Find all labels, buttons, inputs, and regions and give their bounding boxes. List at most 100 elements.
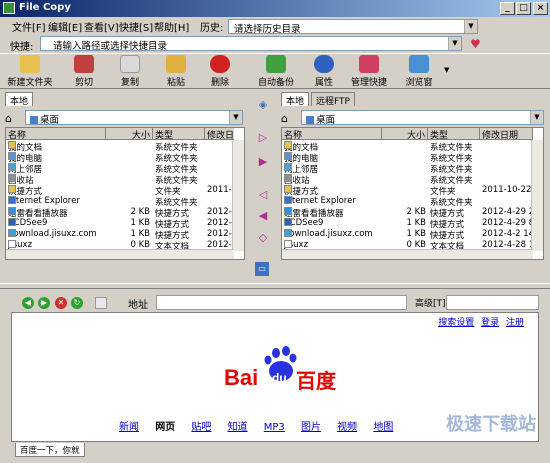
login-link[interactable]: 登录 bbox=[481, 318, 499, 328]
move-left-icon[interactable]: ◀ bbox=[256, 209, 270, 223]
file-name-text: download.jisuxz.com bbox=[284, 229, 373, 239]
left-horizontal-scrollbar[interactable] bbox=[6, 249, 234, 259]
move-right-icon[interactable]: ▶ bbox=[256, 155, 270, 169]
auto-backup-button[interactable]: 自动备份 bbox=[252, 55, 300, 89]
menu-file[interactable]: 文件[F] bbox=[12, 19, 46, 34]
address-input[interactable] bbox=[156, 295, 407, 310]
delete-icon bbox=[210, 55, 230, 73]
browser-window-button[interactable]: 浏览窗 bbox=[395, 55, 443, 89]
file-date: 2012-4 bbox=[207, 207, 234, 217]
delete-label: 删除 bbox=[210, 78, 229, 88]
manage-shortcuts-button[interactable]: 管理快捷 bbox=[345, 55, 393, 89]
chevron-down-icon[interactable]: ▼ bbox=[229, 111, 242, 124]
column-name[interactable]: 名称 bbox=[6, 128, 106, 141]
copy-icon bbox=[120, 55, 140, 73]
chevron-down-icon[interactable]: ▼ bbox=[464, 20, 477, 33]
menu-shortcut[interactable]: 快捷[S] bbox=[119, 19, 153, 34]
menu-edit[interactable]: 编辑[E] bbox=[48, 19, 82, 34]
minimize-button[interactable]: _ bbox=[500, 2, 515, 15]
file-size: 1 KB bbox=[130, 218, 150, 228]
right-horizontal-scrollbar[interactable] bbox=[282, 249, 533, 259]
page-icon[interactable] bbox=[95, 297, 107, 309]
nav-mp3[interactable]: MP3 bbox=[264, 422, 285, 433]
paste-button[interactable]: 粘贴 bbox=[152, 55, 200, 89]
swap-icon[interactable]: ◇ bbox=[256, 231, 270, 245]
close-button[interactable]: × bbox=[533, 2, 548, 15]
file-name-text: Internet Explorer bbox=[284, 196, 356, 206]
column-name[interactable]: 名称 bbox=[282, 128, 382, 141]
right-vertical-scrollbar[interactable] bbox=[531, 140, 543, 251]
file-name-text: Internet Explorer bbox=[8, 196, 80, 206]
panel-layout-icon[interactable]: ▭ bbox=[255, 262, 269, 276]
column-date[interactable]: 修改日 bbox=[205, 128, 244, 141]
tab-remote-ftp[interactable]: 远程FTP bbox=[311, 92, 355, 107]
column-size[interactable]: 大小 bbox=[382, 128, 428, 141]
delete-button[interactable]: 删除 bbox=[196, 55, 244, 89]
register-link[interactable]: 注册 bbox=[506, 318, 524, 328]
menu-help[interactable]: 帮助[H] bbox=[154, 19, 189, 34]
left-list-header: 名称 大小 类型 修改日 bbox=[6, 128, 234, 141]
tab-local-left[interactable]: 本地 bbox=[5, 92, 34, 107]
tab-local-right[interactable]: 本地 bbox=[281, 92, 310, 107]
shortcut-combo[interactable]: 请输入路径或选择快捷目录 ▼ bbox=[40, 36, 462, 52]
file-name-text: download.jisuxz.com bbox=[8, 229, 97, 239]
browser-tab[interactable]: 百度一下，你就 bbox=[15, 443, 85, 457]
left-path-text: 桌面 bbox=[30, 112, 59, 126]
toolbar: 新建文件夹 剪切 复制 粘贴 删除 自动备份 属性 管理快捷 浏览窗 ▼ bbox=[0, 53, 550, 89]
file-icon bbox=[8, 185, 16, 193]
copy-left-icon[interactable]: ◁ bbox=[256, 188, 270, 202]
auto-backup-label: 自动备份 bbox=[257, 78, 294, 88]
nav-news[interactable]: 新闻 bbox=[119, 422, 139, 433]
baidu-logo: Bai du 百度 bbox=[212, 343, 342, 393]
copy-button[interactable]: 复制 bbox=[106, 55, 154, 89]
stop-icon[interactable]: ✕ bbox=[55, 297, 67, 309]
file-icon bbox=[284, 152, 292, 160]
left-path-combo[interactable]: 桌面 ▼ bbox=[25, 110, 243, 126]
file-date: 2012-4-2 14 bbox=[482, 229, 532, 239]
search-settings-link[interactable]: 搜索设置 bbox=[438, 318, 474, 328]
copy-right-icon[interactable]: ▷ bbox=[256, 131, 270, 145]
top-links: 搜索设置 登录 注册 bbox=[434, 315, 524, 328]
sync-icon[interactable]: ◈ bbox=[256, 98, 270, 112]
manage-shortcuts-icon bbox=[359, 55, 379, 73]
nav-zhidao[interactable]: 知道 bbox=[228, 422, 248, 433]
shortcut-placeholder: 请输入路径或选择快捷目录 bbox=[53, 41, 168, 52]
new-folder-button[interactable]: 新建文件夹 bbox=[6, 55, 54, 89]
left-vertical-scrollbar[interactable] bbox=[232, 140, 244, 251]
cut-button[interactable]: 剪切 bbox=[60, 55, 108, 89]
file-size: 2 KB bbox=[406, 207, 426, 217]
chevron-down-icon[interactable]: ▼ bbox=[530, 111, 543, 124]
favorite-heart-icon[interactable]: ♥ bbox=[470, 37, 481, 51]
up-folder-icon[interactable]: ⌂ bbox=[281, 112, 288, 125]
maximize-button[interactable]: □ bbox=[516, 2, 531, 15]
splitter[interactable] bbox=[0, 283, 550, 289]
back-icon[interactable]: ◀ bbox=[22, 297, 34, 309]
up-folder-icon[interactable]: ⌂ bbox=[5, 112, 12, 125]
column-date[interactable]: 修改日期 bbox=[480, 128, 533, 141]
forward-icon[interactable]: ▶ bbox=[38, 297, 50, 309]
advanced-button[interactable]: 高级[T] bbox=[415, 296, 446, 309]
chevron-down-icon[interactable]: ▼ bbox=[448, 37, 461, 50]
right-list-header: 名称 大小 类型 修改日期 bbox=[282, 128, 533, 141]
nav-tieba[interactable]: 贴吧 bbox=[191, 422, 211, 433]
nav-images[interactable]: 图片 bbox=[301, 422, 321, 433]
column-type[interactable]: 类型 bbox=[428, 128, 480, 141]
menu-view[interactable]: 查看[V] bbox=[84, 19, 119, 34]
refresh-icon[interactable]: ↻ bbox=[71, 297, 83, 309]
copy-label: 复制 bbox=[120, 78, 139, 88]
history-combo[interactable]: 请选择历史目录 ▼ bbox=[228, 19, 478, 35]
properties-button[interactable]: 属性 bbox=[300, 55, 348, 89]
file-date: 2011-1 bbox=[207, 185, 234, 195]
file-name: Internet Explorer bbox=[8, 196, 106, 206]
auto-backup-icon bbox=[266, 55, 286, 73]
column-size[interactable]: 大小 bbox=[106, 128, 153, 141]
file-date: 2012-4-29 8: bbox=[482, 218, 532, 228]
nav-map[interactable]: 地图 bbox=[373, 422, 393, 433]
manage-shortcuts-label: 管理快捷 bbox=[350, 78, 387, 88]
nav-video[interactable]: 视频 bbox=[337, 422, 357, 433]
search-field[interactable] bbox=[446, 295, 539, 310]
right-path-combo[interactable]: 桌面 ▼ bbox=[301, 110, 544, 126]
chevron-down-icon[interactable]: ▼ bbox=[444, 66, 449, 74]
column-type[interactable]: 类型 bbox=[153, 128, 205, 141]
nav-web[interactable]: 网页 bbox=[155, 422, 175, 433]
